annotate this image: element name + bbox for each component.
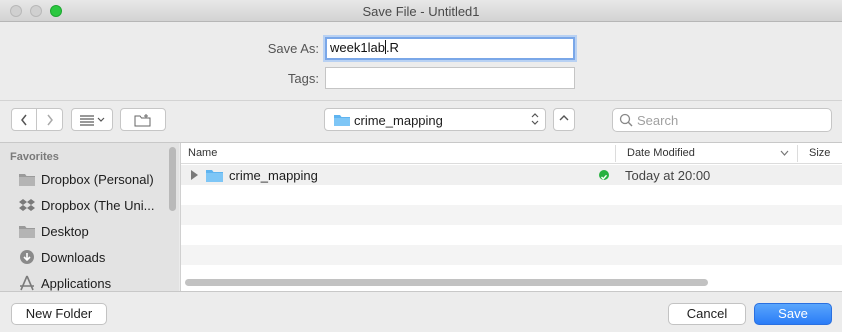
empty-row (181, 225, 842, 245)
column-header: Name Date Modified Size (181, 143, 842, 164)
sidebar-item-label: Dropbox (The Uni... (41, 197, 155, 213)
empty-row (181, 205, 842, 225)
title-bar: Save File - Untitled1 (0, 0, 842, 22)
bottom-bar: New Folder Cancel Save (0, 291, 842, 332)
sidebar-item-desktop[interactable]: Desktop (18, 220, 89, 242)
expand-collapse-button[interactable] (553, 108, 575, 131)
column-size-header[interactable]: Size (809, 147, 830, 159)
view-options-button[interactable] (71, 108, 113, 131)
folder-icon (334, 115, 350, 126)
forward-button[interactable] (37, 108, 63, 131)
chevron-left-icon (21, 114, 27, 125)
file-list: Name Date Modified Size crime_mapping To… (180, 143, 842, 291)
divider (0, 100, 842, 101)
window-title: Save File - Untitled1 (362, 4, 480, 19)
new-folder-button[interactable]: New Folder (11, 303, 107, 325)
desktop-folder-icon (19, 225, 35, 238)
folder-icon (206, 170, 223, 182)
sidebar-item-dropbox-university[interactable]: Dropbox (The Uni... (18, 194, 154, 216)
chevron-up-icon (559, 115, 569, 121)
sidebar-item-label: Desktop (41, 223, 89, 239)
tags-field[interactable] (325, 67, 575, 89)
new-folder-icon (134, 113, 151, 126)
save-as-field[interactable]: week1lab.R (325, 37, 575, 60)
disclosure-triangle-icon[interactable] (191, 170, 198, 180)
sidebar-item-label: Downloads (41, 249, 106, 265)
location-label: crime_mapping (354, 113, 443, 128)
empty-row (181, 245, 842, 265)
column-name-header[interactable]: Name (188, 147, 217, 159)
back-button[interactable] (11, 108, 37, 131)
sidebar-item-downloads[interactable]: Downloads (18, 246, 105, 268)
cancel-button[interactable]: Cancel (668, 303, 746, 325)
sort-chevron-down-icon (780, 150, 789, 156)
search-field[interactable]: Search (612, 108, 832, 132)
folder-icon (19, 173, 35, 186)
column-date-modified-header[interactable]: Date Modified (627, 147, 695, 159)
save-as-label: Save As: (267, 41, 319, 56)
row-name: crime_mapping (229, 168, 318, 183)
sidebar: Favorites Dropbox (Personal) Dropbox (Th… (0, 143, 179, 291)
empty-row (181, 185, 842, 205)
sync-status-icon (599, 170, 609, 180)
sidebar-item-label: Dropbox (Personal) (41, 171, 154, 187)
sidebar-item-label: Applications (41, 275, 112, 291)
search-icon (619, 113, 633, 127)
sidebar-item-dropbox-personal[interactable]: Dropbox (Personal) (18, 168, 154, 190)
location-popup[interactable]: crime_mapping (324, 108, 546, 131)
sidebar-scrollbar[interactable] (169, 147, 176, 211)
save-as-value-end: .R (385, 40, 399, 55)
downloads-icon (20, 250, 34, 264)
table-row[interactable]: crime_mapping Today at 20:00 (181, 165, 842, 185)
row-date-modified: Today at 20:00 (625, 168, 711, 183)
column-divider[interactable] (797, 145, 798, 162)
save-as-value-start: week1lab (330, 40, 385, 55)
favorites-heading: Favorites (10, 151, 59, 163)
sidebar-item-applications[interactable]: Applications (18, 272, 111, 291)
up-down-chevron-icon (531, 113, 539, 125)
new-folder-toolbar-button[interactable] (120, 108, 166, 131)
column-divider[interactable] (615, 145, 616, 162)
save-button[interactable]: Save (754, 303, 832, 325)
search-placeholder: Search (637, 113, 679, 128)
tags-label: Tags: (287, 71, 319, 86)
list-view-icon (80, 114, 105, 126)
dropbox-icon (19, 198, 35, 211)
chevron-right-icon (46, 114, 53, 125)
horizontal-scrollbar[interactable] (185, 279, 708, 286)
applications-icon (20, 275, 34, 291)
